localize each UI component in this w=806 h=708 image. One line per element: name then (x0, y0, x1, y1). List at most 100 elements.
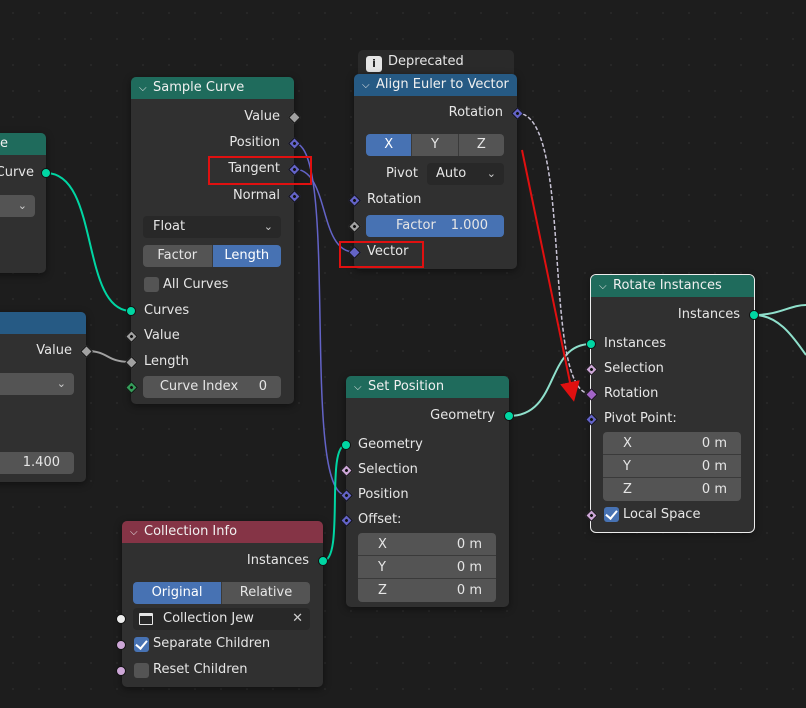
sample-curve-mode-toggle[interactable]: Factor Length (143, 245, 281, 267)
all-curves-label: All Curves (163, 277, 229, 292)
offset-y-field[interactable]: Y0 m (358, 556, 496, 579)
partial-value-output-label: Value (36, 343, 72, 358)
set-position-node[interactable]: ⌵ Set Position Geometry Geometry Selectio… (346, 376, 509, 607)
align-euler-output-rotation: Rotation (448, 105, 503, 120)
sample-curve-title: Sample Curve (153, 80, 245, 95)
pivot-vector-fields[interactable]: X0 m Y0 m Z0 m (603, 432, 741, 501)
sample-curve-output-tangent: Tangent (228, 161, 280, 176)
offset-z-field[interactable]: Z0 m (358, 579, 496, 602)
chevron-down-icon[interactable]: ⌵ (130, 522, 144, 543)
rotate-instances-node[interactable]: ⌵ Rotate Instances Instances Instances Se… (590, 274, 755, 533)
collection-info-separate-socket[interactable] (116, 640, 126, 650)
local-space-checkbox[interactable] (604, 507, 619, 522)
link-rotation-to-rotation (516, 112, 592, 395)
curve-index-field[interactable]: Curve Index 0 (143, 376, 281, 398)
pivot-y-field[interactable]: Y0 m (603, 455, 741, 478)
rotate-instances-input-rotation: Rotation (604, 386, 659, 401)
pivot-x-field[interactable]: X0 m (603, 432, 741, 455)
rotate-instances-input-pivot: Pivot Point: (604, 411, 677, 426)
clear-icon[interactable]: ✕ (292, 608, 303, 630)
link-value-to-length (85, 350, 132, 363)
info-icon: i (366, 56, 382, 72)
mode-length-button[interactable]: Length (212, 245, 281, 267)
offset-vector-fields[interactable]: X0 m Y0 m Z0 m (358, 533, 496, 602)
align-euler-input-vector: Vector (367, 244, 409, 259)
chevron-down-icon[interactable]: ⌵ (354, 377, 368, 398)
set-position-input-position: Position (358, 487, 409, 502)
transform-space-toggle[interactable]: Original Relative (133, 582, 310, 604)
chevron-down-icon: ⌄ (263, 220, 273, 233)
chevron-down-icon: ⌄ (486, 167, 496, 180)
set-position-input-selection: Selection (358, 462, 418, 477)
collection-info-title: Collection Info (144, 524, 238, 539)
sample-curve-output-normal: Normal (232, 188, 280, 203)
chevron-down-icon: ⌄ (56, 377, 66, 390)
axis-x-button[interactable]: X (366, 134, 413, 156)
reset-children-label: Reset Children (153, 662, 248, 677)
reset-children-checkbox[interactable] (134, 663, 149, 678)
partial-value-dropdown[interactable]: ⌄ (0, 373, 74, 395)
partial-curve-output-socket[interactable] (41, 168, 51, 178)
sample-curve-data-type-select[interactable]: Float ⌄ (143, 216, 281, 238)
axis-toggle[interactable]: X Y Z (366, 134, 504, 156)
collection-info-reset-socket[interactable] (116, 666, 126, 676)
align-euler-input-rotation: Rotation (367, 192, 422, 207)
partial-value-number-field[interactable]: 1.400 (0, 452, 74, 474)
rotate-instances-instances-socket[interactable] (586, 339, 596, 349)
separate-children-checkbox[interactable] (134, 637, 149, 652)
partial-value-header[interactable] (0, 312, 86, 334)
original-button[interactable]: Original (133, 582, 222, 604)
rotate-instances-output-instances: Instances (677, 307, 740, 322)
collection-info-node[interactable]: ⌵ Collection Info Instances Original Rela… (122, 521, 323, 687)
collection-info-collection-socket[interactable] (116, 614, 126, 624)
align-euler-node[interactable]: ⌵ Align Euler to Vector Rotation X Y Z Pi… (354, 74, 517, 269)
sample-curve-header[interactable]: ⌵ Sample Curve (131, 77, 294, 99)
rotate-instances-input-selection: Selection (604, 361, 664, 376)
set-position-header[interactable]: ⌵ Set Position (346, 376, 509, 398)
offset-x-field[interactable]: X0 m (358, 533, 496, 556)
link-instances-out (753, 304, 806, 316)
chevron-down-icon[interactable]: ⌵ (139, 78, 153, 99)
link-curve-to-curves (45, 172, 132, 312)
partial-curve-node[interactable]: e Curve ⌄ (0, 133, 46, 273)
factor-field[interactable]: Factor 1.000 (366, 215, 504, 237)
pivot-z-field[interactable]: Z0 m (603, 478, 741, 501)
collection-name: Collection Jew (163, 611, 254, 626)
sample-curve-output-position: Position (229, 135, 280, 150)
rotate-instances-header[interactable]: ⌵ Rotate Instances (591, 275, 754, 297)
align-euler-header[interactable]: ⌵ Align Euler to Vector (354, 74, 517, 96)
rotate-instances-input-instances: Instances (604, 336, 667, 351)
sample-curve-output-value: Value (244, 109, 280, 124)
chevron-down-icon[interactable]: ⌵ (599, 276, 613, 297)
chevron-down-icon[interactable]: ⌵ (362, 75, 376, 96)
axis-z-button[interactable]: Z (458, 134, 504, 156)
axis-y-button[interactable]: Y (412, 134, 459, 156)
link-geometry-to-instances (508, 343, 592, 417)
partial-curve-output-label: Curve (0, 165, 34, 180)
sample-curve-node[interactable]: ⌵ Sample Curve Value Position Tangent Nor… (131, 77, 294, 404)
align-euler-title: Align Euler to Vector (376, 77, 509, 92)
partial-curve-header[interactable]: e (0, 133, 46, 155)
partial-value-node[interactable]: Value ⌄ 1.400 (0, 312, 86, 482)
pivot-label: Pivot (386, 166, 418, 181)
set-position-input-geometry: Geometry (358, 437, 423, 452)
sample-curve-input-curves: Curves (144, 303, 190, 318)
collection-selector[interactable]: Collection Jew ✕ (133, 608, 310, 630)
pivot-select[interactable]: Auto ⌄ (427, 163, 504, 185)
set-position-geometry-output-socket[interactable] (504, 411, 514, 421)
partial-curve-dropdown[interactable]: ⌄ (0, 195, 35, 217)
collection-info-output-socket[interactable] (318, 556, 328, 566)
all-curves-checkbox[interactable] (144, 277, 159, 292)
rotate-instances-output-socket[interactable] (749, 310, 759, 320)
link-tangent-to-vector (293, 168, 355, 253)
mode-factor-button[interactable]: Factor (143, 245, 213, 267)
collection-info-header[interactable]: ⌵ Collection Info (122, 521, 323, 543)
deprecated-label: Deprecated (388, 54, 464, 69)
set-position-input-offset: Offset: (358, 512, 402, 527)
rotate-instances-title: Rotate Instances (613, 278, 722, 293)
relative-button[interactable]: Relative (222, 582, 310, 604)
set-position-geometry-input-socket[interactable] (341, 440, 351, 450)
sample-curve-input-length: Length (144, 354, 189, 369)
sample-curve-curves-socket[interactable] (126, 306, 136, 316)
separate-children-label: Separate Children (153, 636, 271, 651)
